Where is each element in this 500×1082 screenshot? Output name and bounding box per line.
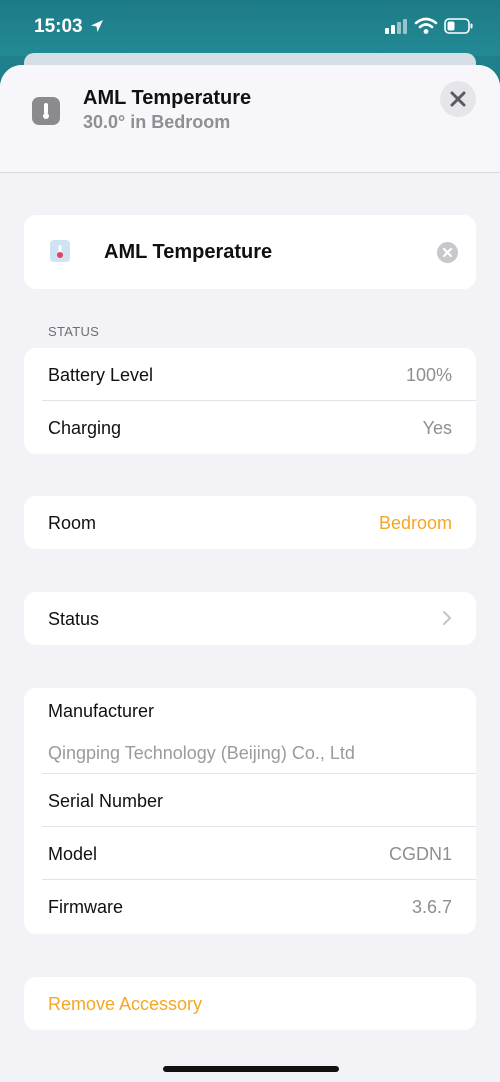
status-section-header: STATUS (48, 324, 100, 339)
model-label: Model (48, 844, 98, 864)
accessory-info-card: Manufacturer Qingping Technology (Beijin… (24, 688, 476, 934)
room-label: Room (48, 513, 97, 533)
thermometer-icon (43, 103, 49, 119)
room-value[interactable]: Bedroom (379, 513, 452, 534)
clear-icon (442, 247, 453, 258)
charging-label: Charging (48, 418, 122, 438)
cellular-signal-icon (385, 19, 407, 34)
status-card: Battery Level 100% Charging Yes (24, 348, 476, 454)
battery-icon (444, 18, 473, 34)
firmware-row: Firmware 3.6.7 (24, 880, 476, 933)
chevron-right-icon (443, 611, 451, 625)
firmware-label: Firmware (48, 897, 123, 917)
battery-level-label: Battery Level (48, 365, 154, 385)
firmware-value: 3.6.7 (411, 897, 452, 917)
charging-row: Charging Yes (24, 401, 476, 454)
clear-name-button[interactable] (437, 242, 458, 263)
close-button[interactable] (440, 81, 476, 117)
accessory-subtitle: 30.0° in Bedroom (83, 112, 231, 132)
status-link-row[interactable]: Status (24, 592, 476, 645)
accessory-name-input[interactable]: AML Temperature (104, 241, 272, 264)
status-bar: 15:03 (0, 0, 500, 56)
charging-value: Yes (422, 418, 452, 438)
accessory-title: AML Temperature (83, 87, 252, 109)
remove-accessory-label[interactable]: Remove Accessory (48, 994, 202, 1015)
serial-number-row: Serial Number (24, 774, 476, 827)
home-indicator[interactable] (163, 1066, 339, 1072)
model-value: CGDN1 (388, 844, 452, 864)
location-arrow-icon (91, 20, 103, 32)
accessory-name-field[interactable]: AML Temperature (24, 215, 476, 289)
battery-level-row: Battery Level 100% (24, 348, 476, 401)
model-row: Model CGDN1 (24, 827, 476, 880)
status-link-label: Status (48, 609, 100, 629)
status-time: 15:03 (34, 16, 83, 37)
accessory-details-sheet: AML Temperature 30.0° in Bedroom AML Tem… (0, 65, 500, 1082)
room-row[interactable]: Room Bedroom (24, 496, 476, 549)
manufacturer-value: Qingping Technology (Beijing) Co., Ltd (48, 743, 355, 763)
remove-accessory-button[interactable]: Remove Accessory (24, 977, 476, 1030)
battery-level-value: 100% (405, 365, 452, 385)
sheet-header: AML Temperature 30.0° in Bedroom (0, 65, 500, 173)
close-icon (450, 91, 466, 107)
wifi-icon (414, 17, 438, 34)
temperature-sensor-icon (50, 240, 70, 262)
manufacturer-label: Manufacturer (48, 701, 155, 721)
serial-number-label: Serial Number (48, 791, 164, 811)
accessory-icon (32, 97, 60, 125)
